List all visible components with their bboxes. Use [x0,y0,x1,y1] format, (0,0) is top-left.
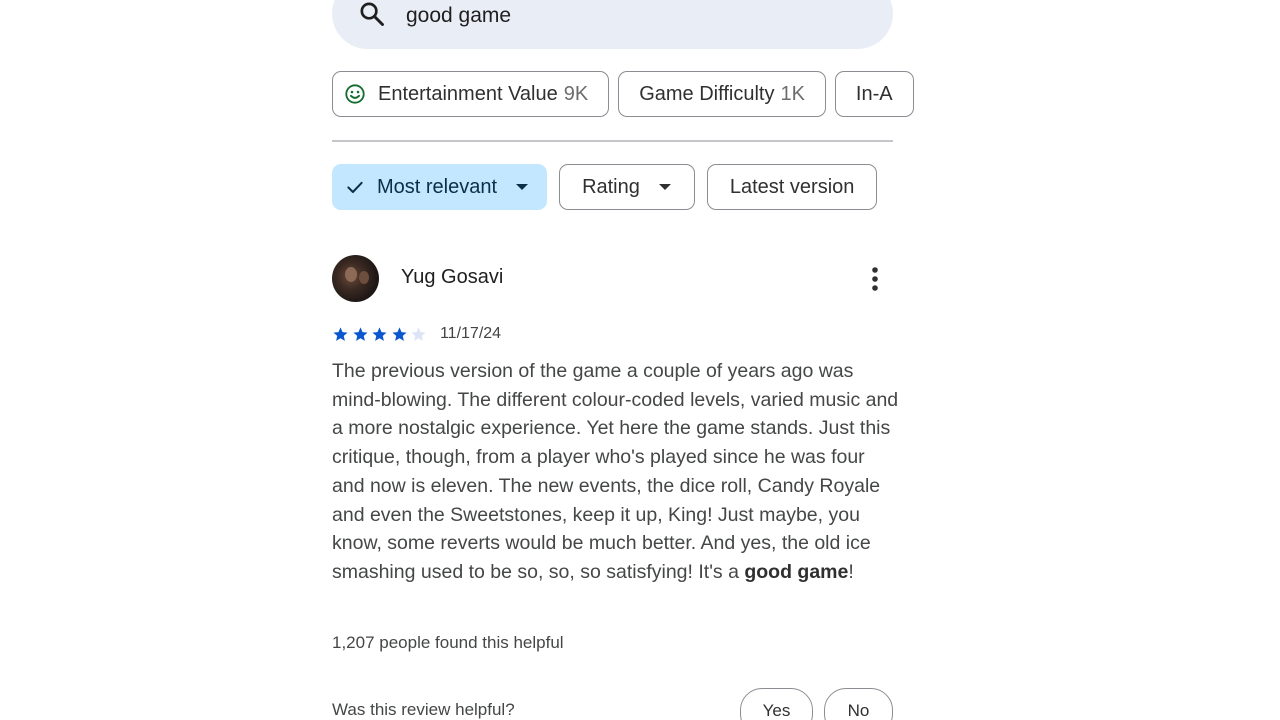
topic-chips: Entertainment Value 9K Game Difficulty 1… [332,71,915,119]
topic-chip-count: 9K [563,82,589,105]
chevron-down-icon [515,182,529,192]
review-date: 11/17/24 [439,325,502,342]
avatar [332,255,379,302]
filter-chips: Most relevant Rating Latest version [332,164,878,210]
divider [332,140,893,142]
more-options-icon[interactable] [860,263,890,295]
rating-filter-chip[interactable]: Rating [559,164,695,210]
helpful-count: 1,207 people found this helpful [332,633,564,652]
review-text: The previous version of the game a coupl… [332,357,902,587]
topic-chip-entertainment-value[interactable]: Entertainment Value 9K [332,71,610,117]
star-rating: 11/17/24 [332,325,501,343]
helpful-prompt: Was this review helpful? [332,700,515,719]
yes-button[interactable]: Yes [740,688,813,720]
no-label: No [847,701,870,720]
review-text-end: ! [848,560,854,583]
search-bar[interactable]: good game [332,0,893,49]
topic-chip-label: In-A [855,82,893,105]
check-icon [345,177,365,197]
review-author: Yug Gosavi [401,266,504,288]
topic-chip-in-app[interactable]: In-A [834,71,914,117]
star-icon [372,326,387,341]
star-icon [353,326,368,341]
version-chip-label: Latest version [729,175,855,198]
topic-chip-game-difficulty[interactable]: Game Difficulty 1K [618,71,826,117]
yes-label: Yes [762,701,791,720]
chevron-down-icon [658,182,672,192]
review-text-main: The previous version of the game a coupl… [332,360,899,583]
star-icon [333,326,348,341]
review-text-highlight: good game [744,560,849,583]
topic-chip-label: Game Difficulty [639,82,775,105]
latest-version-chip[interactable]: Latest version [706,164,878,210]
topic-chip-count: 1K [780,82,805,105]
star-icon [392,326,407,341]
empty-star-icon [411,326,426,341]
sort-most-relevant-chip[interactable]: Most relevant [332,164,548,210]
search-query[interactable]: good game [406,2,511,30]
search-icon [360,2,384,26]
topic-chip-label: Entertainment Value [378,82,558,105]
review-screen: good game Entertainment Value 9K Game Di… [0,0,1280,720]
no-button[interactable]: No [824,688,893,720]
rating-chip-label: Rating [582,175,640,198]
sort-chip-label: Most relevant [377,175,498,198]
smiley-icon [344,83,366,105]
